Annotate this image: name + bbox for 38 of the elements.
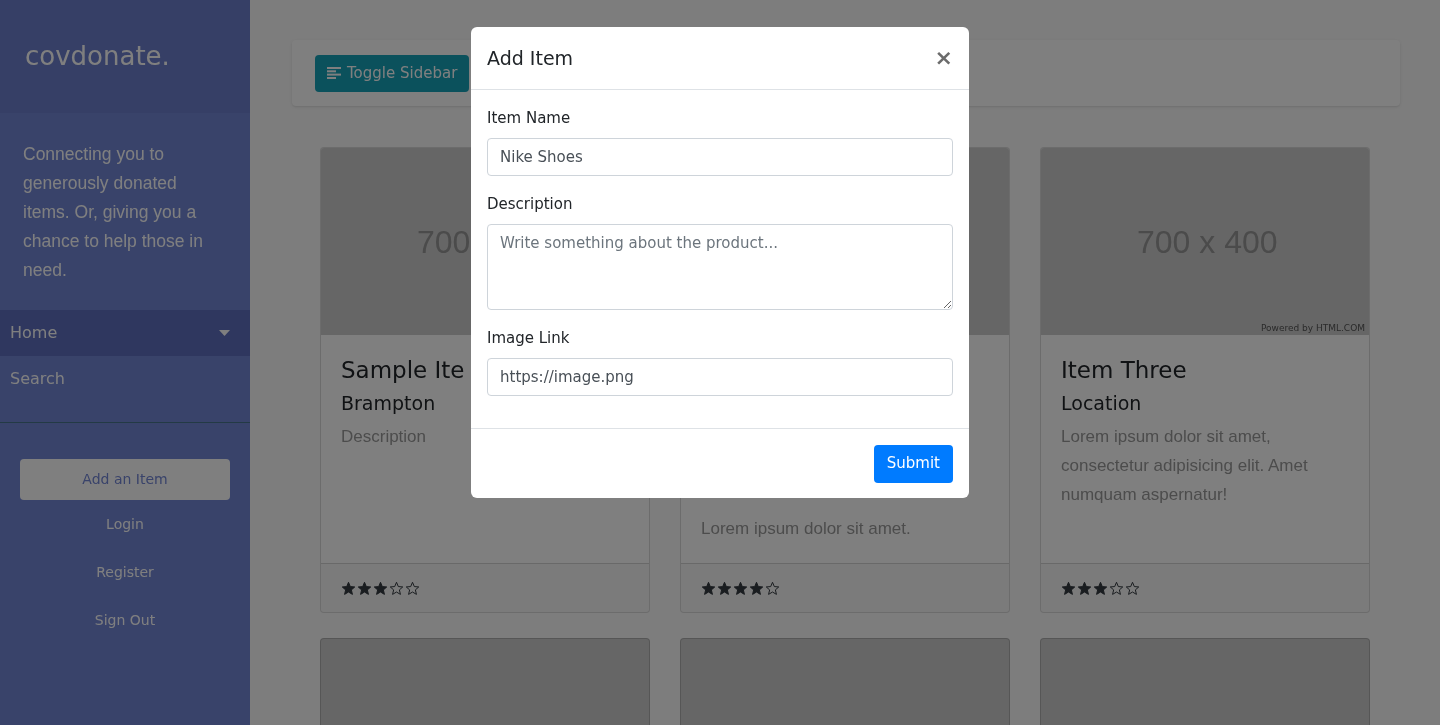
card-location: Location (1061, 391, 1142, 415)
text-input-field[interactable]: Nike Shoes (487, 138, 953, 176)
filled-star-icon (341, 580, 356, 596)
close-button[interactable]: × (934, 47, 953, 69)
card-location: Brampton (341, 391, 436, 415)
empty-star-icon (1109, 580, 1124, 596)
modal-title: Add Item (487, 45, 574, 71)
filled-star-icon (1093, 580, 1108, 596)
sidebar-link[interactable]: Sign Out (94, 610, 156, 631)
text-input-field[interactable]: https://image.png (487, 358, 953, 396)
sidebar-tagline: Connecting you to generously donated items. Or, giving you a chance to help those in need. (22, 143, 204, 282)
filled-star-icon (749, 580, 764, 596)
filled-star-icon (1077, 580, 1092, 596)
toggle-sidebar-button[interactable]: Toggle Sidebar (315, 54, 470, 92)
filled-star-icon (357, 580, 372, 596)
card-title: Item Three (1061, 356, 1187, 385)
submit-button[interactable]: Submit (873, 444, 953, 483)
field-label: Description (487, 194, 573, 214)
filled-star-icon (373, 580, 388, 596)
empty-star-icon (389, 580, 404, 596)
empty-star-icon (405, 580, 420, 596)
sidebar-nav-item[interactable]: Home (0, 310, 250, 356)
image-credit: Powered by HTML.COM (1260, 323, 1365, 334)
brand-title: covdonate. (25, 40, 170, 73)
filled-star-icon (717, 580, 732, 596)
sidebar-link[interactable]: Login (106, 514, 144, 535)
card-title: Sample Ite (341, 356, 465, 385)
add-item-button[interactable]: Add an Item (20, 459, 230, 500)
empty-star-icon (765, 580, 780, 596)
description-textarea[interactable]: Write something about the product... (487, 224, 953, 310)
field-label: Image Link (487, 328, 570, 348)
align-left-icon (327, 67, 341, 79)
filled-star-icon (1061, 580, 1076, 596)
field-label: Item Name (487, 108, 571, 128)
filled-star-icon (733, 580, 748, 596)
empty-star-icon (1125, 580, 1140, 596)
filled-star-icon (701, 580, 716, 596)
sidebar-link[interactable]: Register (96, 562, 154, 583)
